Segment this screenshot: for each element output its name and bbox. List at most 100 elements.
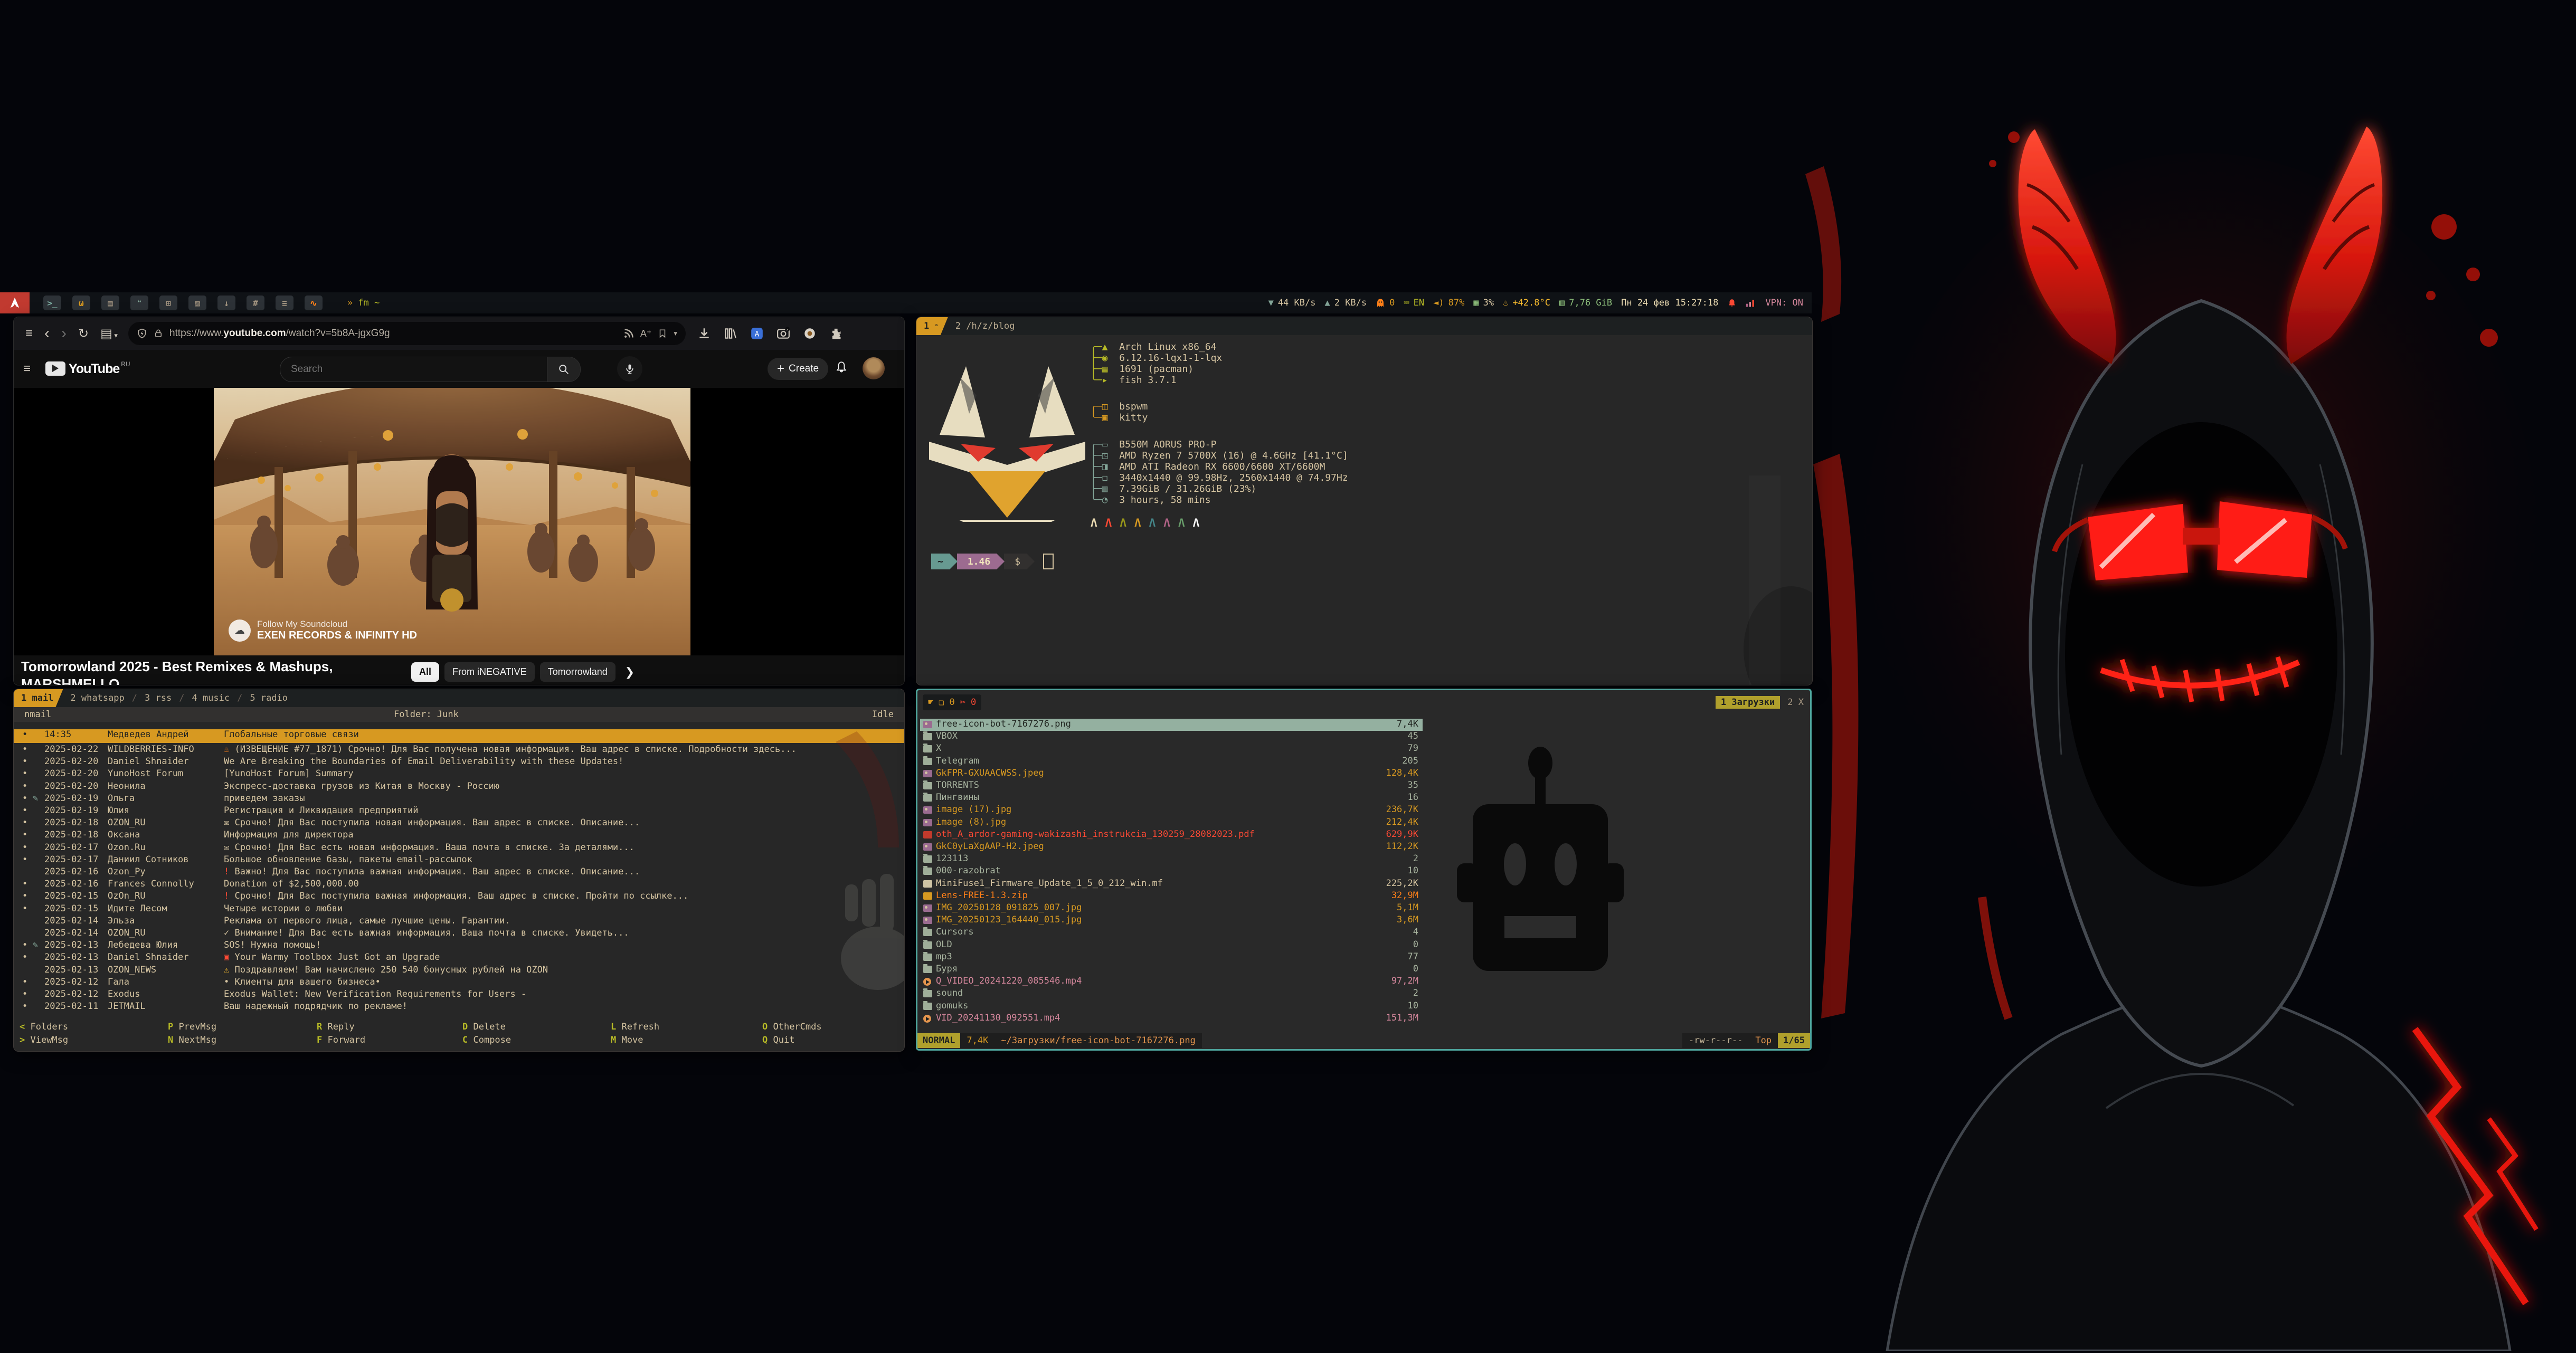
help-hint-move[interactable]: M Move: [611, 1035, 643, 1045]
file-row[interactable]: VBOX45: [920, 731, 1423, 743]
file-row[interactable]: Q_VIDEO_20241220_085546.mp497,2M: [920, 976, 1423, 988]
mail-row[interactable]: •2025-02-15Идите ЛесомЧетыре истории о л…: [14, 903, 904, 916]
help-hint-othercmds[interactable]: O OtherCmds: [762, 1022, 822, 1032]
url-text[interactable]: https://www.youtube.com/watch?v=5b8A-jgx…: [169, 328, 617, 339]
translate-extension-button[interactable]: A: [750, 327, 764, 340]
tab-2-blog[interactable]: 2 /h/z/blog: [948, 317, 1022, 335]
tab-5-radio[interactable]: 5 radio: [242, 689, 295, 707]
help-hint-nextmsg[interactable]: N NextMsg: [168, 1035, 216, 1045]
youtube-logo[interactable]: YouTube RU: [45, 361, 130, 377]
file-row[interactable]: Lens-FREE-1.3.zip32,9M: [920, 890, 1423, 902]
help-hint-prevmsg[interactable]: P PrevMsg: [168, 1022, 216, 1032]
file-row[interactable]: MiniFuse1_Firmware_Update_1_5_0_212_win.…: [920, 878, 1423, 890]
notification-module[interactable]: [1727, 298, 1737, 308]
help-hint-compose[interactable]: C Compose: [462, 1035, 511, 1045]
mail-row[interactable]: 2025-02-13OZON_NEWS⚠ Поздравляем! Вам на…: [14, 965, 904, 977]
workspace-pulse-ws-icon[interactable]: ∿: [305, 296, 323, 310]
file-row[interactable]: Telegram205: [920, 756, 1423, 768]
extensions-puzzle-button[interactable]: [829, 327, 843, 340]
file-row[interactable]: 1231132: [920, 853, 1423, 865]
forward-button[interactable]: ›: [61, 325, 67, 342]
mail-row[interactable]: •2025-02-20Daniel ShnaiderWe Are Breakin…: [14, 756, 904, 768]
mail-row[interactable]: •2025-02-22WILDBERRIES-INFO♨ (ИЗВЕЩЕНИЕ …: [14, 744, 904, 756]
search-input[interactable]: [280, 363, 547, 376]
lock-icon[interactable]: [154, 328, 163, 339]
file-row[interactable]: GkFPR-GXUAACWSS.jpeg128,4K: [920, 768, 1423, 780]
sidebar-button[interactable]: ▤ ▾: [100, 326, 118, 341]
video-player[interactable]: ☁ Follow My Soundcloud EXEN RECORDS & IN…: [214, 388, 690, 655]
reload-button[interactable]: ↻: [78, 326, 89, 341]
workspace-hash-ws-icon[interactable]: #: [247, 296, 264, 310]
create-button[interactable]: + Create: [768, 358, 828, 380]
mail-row[interactable]: •2025-02-20YunoHost Forum[YunoHost Forum…: [14, 768, 904, 780]
library-button[interactable]: [724, 327, 737, 340]
workspace-terminal-ws-icon[interactable]: >_: [43, 296, 61, 310]
help-hint-folders[interactable]: < Folders: [20, 1022, 68, 1032]
file-row[interactable]: sound2: [920, 988, 1423, 1000]
notifications-bell-button[interactable]: [835, 360, 848, 377]
yt-guide-menu-icon[interactable]: ≡: [23, 361, 31, 376]
file-row[interactable]: GkC0yLaXgAAP-H2.jpeg112,2K: [920, 841, 1423, 853]
selected-mail-row[interactable]: • 14:35 Медведев Андрей Глобальные торго…: [14, 729, 904, 743]
tab-2-whatsapp[interactable]: 2 whatsapp: [63, 689, 131, 707]
avatar[interactable]: [863, 357, 885, 379]
filter-chip[interactable]: All: [411, 662, 439, 682]
mail-row[interactable]: •2025-02-13Daniel Shnaider▣ Your Warmy T…: [14, 952, 904, 964]
mail-row[interactable]: •2025-02-12Гала• Клиенты для вашего бизн…: [14, 977, 904, 989]
mail-row[interactable]: •2025-02-17Ozon.Ru✉ Срочно! Для Вас есть…: [14, 842, 904, 854]
workspace-kitty-ws-icon[interactable]: ω: [72, 296, 90, 310]
file-row[interactable]: Буря0: [920, 964, 1423, 976]
file-row[interactable]: VID_20241130_092551.mp4151,3M: [920, 1013, 1423, 1025]
screenshot-extension-button[interactable]: x: [776, 327, 790, 340]
mail-row[interactable]: •2025-02-17Даниил СотниковБольшое обновл…: [14, 854, 904, 866]
vifm-tab-2[interactable]: 2 X: [1787, 697, 1804, 708]
reader-mode-icon[interactable]: A⁺: [640, 328, 652, 339]
keyboard-layout-module[interactable]: ⌨EN: [1404, 298, 1424, 308]
url-bar[interactable]: https://www.youtube.com/watch?v=5b8A-jgx…: [128, 322, 686, 345]
tab-4-music[interactable]: 4 music: [184, 689, 237, 707]
mail-row[interactable]: •2025-02-18ОксанаИнформация для директор…: [14, 830, 904, 842]
workspace-list-ws-icon[interactable]: ≡: [276, 296, 293, 310]
help-hint-reply[interactable]: R Reply: [317, 1022, 355, 1032]
downloads-button[interactable]: [697, 327, 711, 340]
file-row[interactable]: oth_A_ardor-gaming-wakizashi_instrukcia_…: [920, 829, 1423, 841]
tab-3-rss[interactable]: 3 rss: [137, 689, 179, 707]
filter-chip[interactable]: From iNEGATIVE: [444, 662, 535, 682]
workspace-chat-ws-icon[interactable]: ❝: [130, 296, 148, 310]
file-row[interactable]: free-icon-bot-7167276.png7,4K: [920, 719, 1423, 731]
adblock-extension-button[interactable]: [803, 327, 817, 340]
bookmark-icon[interactable]: [658, 328, 667, 339]
shell-prompt[interactable]: ~ 1.46 $: [931, 554, 1054, 569]
search-button[interactable]: [547, 357, 580, 382]
help-hint-quit[interactable]: Q Quit: [762, 1035, 794, 1045]
vifm-tab-downloads[interactable]: 1 Загрузки: [1716, 696, 1780, 709]
mail-row[interactable]: 2025-02-16Ozon_Py! Важно! Для Вас поступ…: [14, 866, 904, 879]
workspace-download-ws-icon[interactable]: ↓: [217, 296, 235, 310]
bookmark-caret-icon[interactable]: ▾: [674, 329, 677, 338]
mail-row[interactable]: •2025-02-15OzOn_RU! Срочно! Для Вас пост…: [14, 891, 904, 903]
file-row[interactable]: TORRENTS35: [920, 780, 1423, 792]
file-row[interactable]: IMG_20250128_091825_007.jpg5,1M: [920, 902, 1423, 914]
mail-row[interactable]: •2025-02-19ЮлияРегистрация и Ликвидация …: [14, 805, 904, 817]
volume-module[interactable]: ◄)87%: [1433, 298, 1464, 308]
file-row[interactable]: gomuks10: [920, 1001, 1423, 1013]
file-row[interactable]: image (8).jpg212,4K: [920, 817, 1423, 829]
mail-row[interactable]: 2025-02-14ЭльзаРеклама от первого лица, …: [14, 916, 904, 928]
workspace-file-ws-icon[interactable]: ▤: [101, 296, 119, 310]
filter-chip[interactable]: Tomorrowland: [540, 662, 615, 682]
mail-row[interactable]: 2025-02-14OZON_RU✓ Внимание! Для Вас ест…: [14, 928, 904, 940]
mail-row[interactable]: •2025-02-20НеонилаЭкспресс-доставка груз…: [14, 781, 904, 793]
mail-row[interactable]: •2025-02-11JETMAILВаш надежный подрядчик…: [14, 1001, 904, 1013]
file-row[interactable]: mp377: [920, 951, 1423, 964]
file-row[interactable]: IMG_20250123_164440_015.jpg3,6M: [920, 914, 1423, 927]
workspace-image-ws-icon[interactable]: ▨: [188, 296, 206, 310]
tab-mail[interactable]: 1 mail: [14, 689, 63, 707]
file-row[interactable]: 000-razobrat10: [920, 865, 1423, 878]
tab-1[interactable]: 1 ⁿ: [916, 317, 948, 335]
help-hint-forward[interactable]: F Forward: [317, 1035, 365, 1045]
workspace-windows-ws-icon[interactable]: ⊞: [159, 296, 177, 310]
mail-row[interactable]: •✎2025-02-13Лебедева ЮлияSOS! Нужна помо…: [14, 940, 904, 952]
mail-row[interactable]: •✎2025-02-19Ольгаприведем заказы: [14, 793, 904, 805]
menu-icon[interactable]: ≡: [25, 326, 33, 341]
file-row[interactable]: OLD0: [920, 939, 1423, 951]
